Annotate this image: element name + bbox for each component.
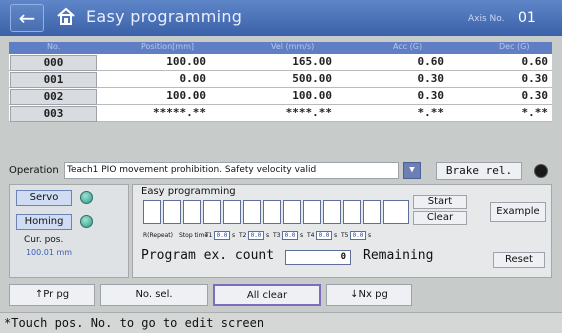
servo-panel: Servo Homing Cur. pos. 100.01 mm [9, 184, 129, 278]
table-row: 003 *****.** ****.** *.** *.** [9, 105, 552, 122]
operation-bar: Operation Teach1 PIO movement prohibitio… [9, 162, 552, 180]
stop-time-label: Stop time [179, 232, 209, 239]
brake-release-button[interactable]: Brake rel. [436, 162, 522, 180]
row-no-button[interactable]: 002 [10, 89, 97, 105]
step-box[interactable] [323, 200, 341, 224]
acc-cell[interactable]: 0.60 [418, 55, 445, 69]
servo-status-led [80, 191, 93, 204]
chevron-down-icon: ▼ [409, 165, 415, 175]
t4-unit: s [334, 232, 338, 239]
t3-unit: s [300, 232, 304, 239]
row-no-button[interactable]: 003 [10, 106, 97, 122]
footer-hint: *Touch pos. No. to go to edit screen [4, 316, 265, 330]
acc-cell[interactable]: *.** [418, 106, 445, 120]
start-button[interactable]: Start [413, 195, 467, 209]
t1-label: T1 [205, 232, 213, 239]
current-position-label: Cur. pos. [24, 235, 64, 245]
step-box[interactable] [383, 200, 409, 224]
vel-cell[interactable]: 100.00 [292, 89, 332, 103]
t5-unit: s [368, 232, 372, 239]
all-clear-button[interactable]: All clear [213, 284, 321, 306]
example-button[interactable]: Example [490, 202, 546, 222]
col-position: Position[mm] [141, 42, 194, 51]
acc-cell[interactable]: 0.30 [418, 89, 445, 103]
step-box[interactable] [283, 200, 301, 224]
col-dec: Dec (G) [499, 42, 530, 51]
brake-status-indicator [534, 164, 548, 178]
home-icon [57, 7, 75, 25]
reset-button[interactable]: Reset [493, 252, 545, 268]
vel-cell[interactable]: ****.** [286, 106, 332, 120]
t1-unit: s [232, 232, 236, 239]
step-box[interactable] [223, 200, 241, 224]
step-box[interactable] [183, 200, 201, 224]
table-row: 000 100.00 165.00 0.60 0.60 [9, 54, 552, 71]
axis-number: 01 [518, 10, 536, 26]
step-box[interactable] [143, 200, 161, 224]
col-no: No. [47, 42, 61, 51]
table-row: 001 0.00 500.00 0.30 0.30 [9, 71, 552, 88]
position-cell[interactable]: 100.00 [166, 55, 206, 69]
back-arrow-icon: ← [18, 6, 36, 30]
t5-label: T5 [341, 232, 349, 239]
position-cell[interactable]: *****.** [153, 106, 206, 120]
row-no-button[interactable]: 000 [10, 55, 97, 71]
servo-button[interactable]: Servo [16, 190, 72, 206]
t2-unit: s [266, 232, 270, 239]
acc-cell[interactable]: 0.30 [418, 72, 445, 86]
dec-cell[interactable]: 0.30 [522, 89, 549, 103]
dec-cell[interactable]: 0.30 [522, 72, 549, 86]
operation-dropdown-button[interactable]: ▼ [403, 162, 421, 179]
home-button[interactable] [52, 4, 80, 32]
col-vel: Vel (mm/s) [271, 42, 315, 51]
clear-button[interactable]: Clear [413, 211, 467, 225]
homing-button[interactable]: Homing [16, 214, 72, 230]
back-button[interactable]: ← [10, 4, 44, 32]
footer-bar: *Touch pos. No. to go to edit screen [0, 312, 562, 333]
page-title: Easy programming [86, 7, 243, 26]
position-table: No. Position[mm] Vel (mm/s) Acc (G) Dec … [9, 42, 552, 122]
row-no-button[interactable]: 001 [10, 72, 97, 88]
number-select-button[interactable]: No. sel. [100, 284, 208, 306]
prev-page-button[interactable]: ↑Pr pg [9, 284, 95, 306]
program-count-input[interactable]: 0 [285, 250, 351, 265]
t4-label: T4 [307, 232, 315, 239]
step-box[interactable] [343, 200, 361, 224]
t5-input[interactable]: 0.0 [350, 231, 366, 240]
operation-label: Operation [9, 165, 59, 176]
step-box[interactable] [303, 200, 321, 224]
table-header: No. Position[mm] Vel (mm/s) Acc (G) Dec … [9, 42, 552, 54]
easy-programming-title: Easy programming [141, 186, 236, 197]
remaining-label: Remaining [363, 248, 434, 263]
position-cell[interactable]: 100.00 [166, 89, 206, 103]
homing-status-led [80, 215, 93, 228]
dec-cell[interactable]: 0.60 [522, 55, 549, 69]
t4-input[interactable]: 0.0 [316, 231, 332, 240]
step-box[interactable] [263, 200, 281, 224]
vel-cell[interactable]: 165.00 [292, 55, 332, 69]
step-box[interactable] [243, 200, 261, 224]
program-count-label: Program ex. count [141, 248, 275, 263]
t2-input[interactable]: 0.0 [248, 231, 264, 240]
next-page-button[interactable]: ↓Nx pg [326, 284, 412, 306]
axis-label: Axis No. [468, 14, 505, 24]
table-row: 002 100.00 100.00 0.30 0.30 [9, 88, 552, 105]
t1-input[interactable]: 0.0 [214, 231, 230, 240]
vel-cell[interactable]: 500.00 [292, 72, 332, 86]
step-box[interactable] [363, 200, 381, 224]
col-acc: Acc (G) [393, 42, 423, 51]
dec-cell[interactable]: *.** [522, 106, 549, 120]
operation-select[interactable]: Teach1 PIO movement prohibition. Safety … [64, 162, 399, 179]
step-box[interactable] [203, 200, 221, 224]
easy-programming-panel: Easy programming Start Clear Example R(R… [132, 184, 552, 278]
current-position-value: 100.01 mm [25, 248, 73, 257]
t2-label: T2 [239, 232, 247, 239]
t3-input[interactable]: 0.0 [282, 231, 298, 240]
t3-label: T3 [273, 232, 281, 239]
repeat-label: R(Repeat) [143, 232, 173, 239]
navigation-bar: ↑Pr pg No. sel. All clear ↓Nx pg [9, 284, 552, 306]
step-box[interactable] [163, 200, 181, 224]
position-cell[interactable]: 0.00 [180, 72, 207, 86]
